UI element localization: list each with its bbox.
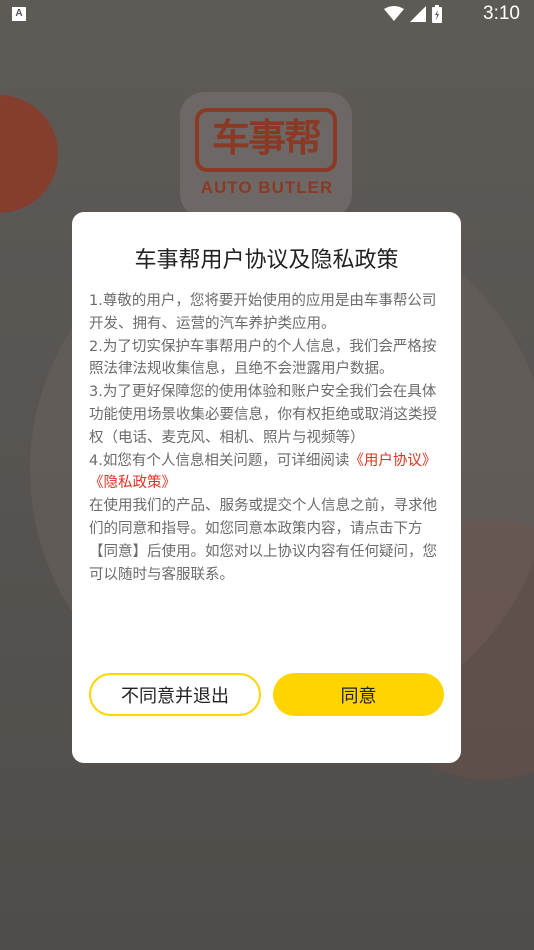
agree-button[interactable]: 同意 xyxy=(273,673,444,716)
paragraph-4-text: 4.如您有个人信息相关问题，可详细阅读 xyxy=(89,452,350,469)
paragraph-3: 3.为了更好保障您的使用体验和账户安全我们会在具体功能使用场景收集必要信息，你有… xyxy=(89,384,437,446)
status-icons xyxy=(384,5,442,23)
logo-text: AUTO BUTLER xyxy=(200,178,334,197)
wifi-icon xyxy=(384,6,404,21)
logo-chars: 车事帮 xyxy=(211,115,322,160)
privacy-link-row: 《隐私政策》 xyxy=(89,472,439,495)
notification-app-icon: A xyxy=(12,7,26,21)
paragraph-4: 4.如您有个人信息相关问题，可详细阅读《用户协议》 xyxy=(89,450,439,473)
cell-signal-icon xyxy=(410,6,426,22)
clock: 3:10 xyxy=(483,3,520,24)
paragraph-1: 1.尊敬的用户，您将要开始使用的应用是由车事帮公司开发、拥有、运营的汽车养护类应… xyxy=(89,293,437,332)
dialog-title: 车事帮用户协议及隐私政策 xyxy=(134,248,399,273)
status-bar: A 3:10 xyxy=(0,0,534,28)
paragraph-5: 在使用我们的产品、服务或提交个人信息之前，寻求他们的同意和指导。如您同意本政策内… xyxy=(89,498,437,583)
user-agreement-link[interactable]: 《用户协议》 xyxy=(349,453,436,469)
battery-icon xyxy=(432,5,442,23)
decorative-circle xyxy=(0,95,58,213)
privacy-dialog: 车事帮用户协议及隐私政策 1.尊敬的用户，您将要开始使用的应用是由车事帮公司开发… xyxy=(72,212,461,763)
decline-exit-button[interactable]: 不同意并退出 xyxy=(89,673,261,716)
paragraph-2: 2.为了切实保护车事帮用户的个人信息，我们会严格按照法律法规收集信息，且绝不会泄… xyxy=(89,338,437,378)
privacy-policy-link[interactable]: 《隐私政策》 xyxy=(89,475,176,491)
dialog-body: 1.尊敬的用户，您将要开始使用的应用是由车事帮公司开发、拥有、运营的汽车养护类应… xyxy=(89,290,439,586)
